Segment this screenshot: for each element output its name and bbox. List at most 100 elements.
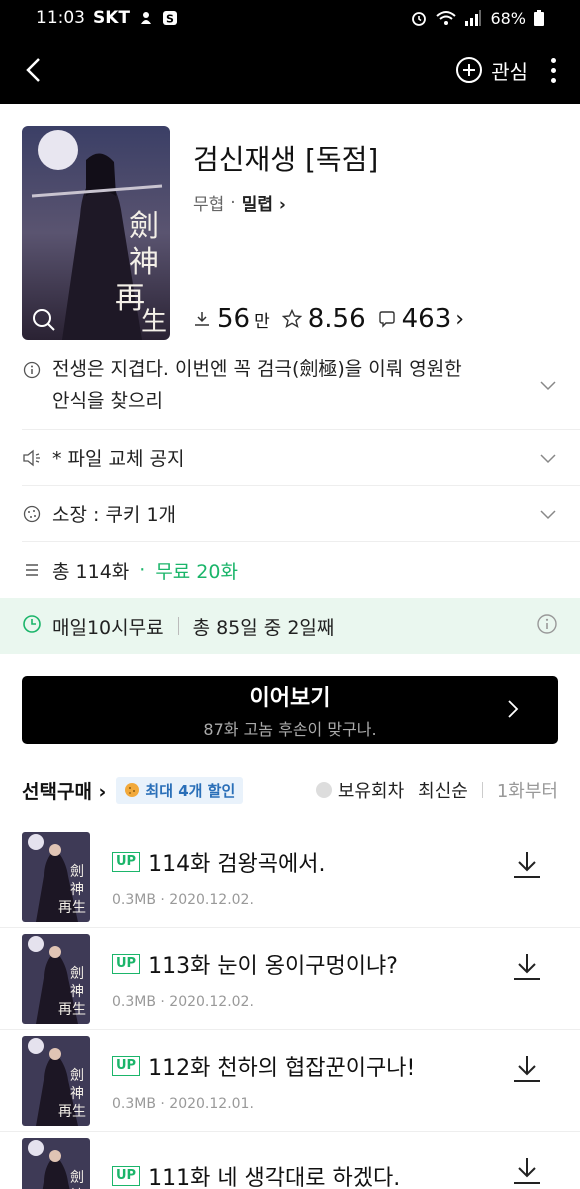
episode-row[interactable]: 劍神再生 UP 114화 검왕곡에서. 0.3MB · 2020.12.02. <box>0 826 580 928</box>
svg-text:S: S <box>166 13 174 26</box>
daily-free-label: 매일10시무료 <box>52 616 164 639</box>
svg-text:劍: 劍 <box>70 1067 84 1084</box>
download-count-icon <box>193 310 211 328</box>
app-bar: 관심 <box>0 36 580 104</box>
svg-text:劍: 劍 <box>70 863 84 880</box>
chevron-right-icon: › <box>98 780 107 803</box>
episode-thumbnail: 劍神再生 <box>22 1138 90 1189</box>
svg-text:生: 生 <box>141 307 167 337</box>
chevron-down-icon[interactable] <box>538 448 558 468</box>
up-badge: UP <box>112 851 141 872</box>
comments-chevron-icon[interactable]: › <box>455 307 464 332</box>
chevron-down-icon[interactable] <box>538 504 558 524</box>
cover-art-image: 劍 神 再 生 <box>22 126 170 340</box>
owned-episodes-toggle[interactable]: 보유회차 <box>315 777 404 803</box>
add-circle-icon <box>456 57 483 83</box>
episode-row[interactable]: 劍神再生 UP 113화 눈이 옹이구멍이냐? 0.3MB · 2020.12.… <box>0 928 580 1030</box>
svg-text:神: 神 <box>70 882 84 898</box>
book-author: 밀렵 <box>241 195 273 215</box>
divider <box>481 782 483 798</box>
radio-dot <box>315 782 332 798</box>
comment-icon <box>378 310 396 328</box>
synopsis-row[interactable]: 전생은 지겹다. 이번엔 꼭 검극(劍極)을 이뤄 영원한 안식을 찾으리 <box>22 340 580 430</box>
svg-text:神: 神 <box>70 1086 84 1102</box>
book-stats: 56 만 8.56 463 › <box>193 304 464 334</box>
owned-cookie-text: 소장 : 쿠키 1개 <box>52 504 177 526</box>
svg-text:劍: 劍 <box>70 1169 84 1186</box>
rating-value: 8.56 <box>307 304 366 334</box>
purchase-toolbar: 선택구매 › 최대 4개 할인 보유회차 최신순 1화부터 <box>0 774 580 806</box>
book-info: 劍 神 再 生 검신재생 [독점] 무협 · 밀렵 › 56 만 8.56 46… <box>0 104 580 340</box>
comment-count[interactable]: 463 <box>402 304 452 334</box>
status-carrier: SKT <box>93 8 131 28</box>
episode-thumbnail: 劍神再生 <box>22 831 90 922</box>
download-unit: 만 <box>254 311 270 332</box>
up-badge: UP <box>112 1055 141 1076</box>
discount-text: 최대 4개 할인 <box>145 781 236 800</box>
synopsis-line-2: 안식을 찾으리 <box>52 389 163 412</box>
cookie-icon <box>22 505 42 523</box>
up-badge: UP <box>112 1166 141 1186</box>
sort-latest-button[interactable]: 최신순 <box>418 777 468 803</box>
s-app-icon: S <box>162 10 178 26</box>
continue-subtitle: 87화 고놈 후손이 맞구나. <box>203 720 377 739</box>
more-options-button[interactable] <box>548 57 558 83</box>
synopsis-text: 전생은 지겹다. 이번엔 꼭 검극(劍極)을 이뤄 영원한 안식을 찾으리 <box>52 353 462 417</box>
discount-badge: 최대 4개 할인 <box>116 776 244 804</box>
divider <box>177 617 179 635</box>
daily-free-bar: 매일10시무료 총 85일 중 2일째 <box>0 598 580 654</box>
alarm-icon <box>410 9 428 27</box>
info-icon <box>22 361 42 379</box>
total-episodes: 총 114화 <box>52 560 130 583</box>
select-purchase-button[interactable]: 선택구매 › <box>22 777 106 804</box>
chevron-right-icon <box>506 698 520 724</box>
book-author-link[interactable]: 밀렵 › <box>242 190 286 215</box>
svg-text:再生: 再生 <box>58 900 86 916</box>
episode-meta: 0.3MB · 2020.12.02. <box>112 993 254 1010</box>
episode-thumbnail: 劍神再生 <box>22 1035 90 1126</box>
signal-icon <box>464 10 482 26</box>
battery-icon <box>534 10 544 26</box>
continue-reading-button[interactable]: 이어보기 87화 고놈 후손이 맞구나. <box>22 676 558 744</box>
info-icon[interactable] <box>536 613 558 639</box>
chevron-right-icon: › <box>278 195 286 215</box>
continue-label: 이어보기 <box>249 686 331 711</box>
chevron-down-icon[interactable] <box>538 375 558 395</box>
svg-text:神: 神 <box>70 984 84 1000</box>
book-cover[interactable]: 劍 神 再 生 <box>22 126 170 340</box>
top-bar: 11:03 SKT S 68% 관심 <box>0 0 580 104</box>
status-bar: 11:03 SKT S 68% <box>0 0 580 36</box>
episode-meta: 0.3MB · 2020.12.01. <box>112 1095 254 1112</box>
episode-thumbnail: 劍神再生 <box>22 933 90 1024</box>
star-icon <box>281 309 302 329</box>
download-icon[interactable] <box>510 848 544 882</box>
download-icon[interactable] <box>510 950 544 984</box>
total-episodes-row: 총 114화 · 무료 20화 <box>22 542 580 598</box>
owned-cookie-row[interactable]: 소장 : 쿠키 1개 <box>22 486 580 542</box>
favorite-button[interactable]: 관심 <box>455 56 528 85</box>
episode-title: 112화 천하의 협잡꾼이구나! <box>148 1055 416 1081</box>
meta-dot: · <box>230 192 236 213</box>
episode-row[interactable]: 劍神再生 UP 112화 천하의 협잡꾼이구나! 0.3MB · 2020.12… <box>0 1030 580 1132</box>
book-title: 검신재생 [독점] <box>193 143 379 176</box>
up-badge: UP <box>112 953 141 974</box>
episode-row[interactable]: 劍神再生 UP 111화 네 생각대로 하겠다. <box>0 1132 580 1189</box>
back-button[interactable] <box>22 53 56 87</box>
title-block: 검신재생 [독점] 무협 · 밀렵 › <box>193 138 378 215</box>
daily-free-progress: 총 85일 중 2일째 <box>192 616 335 639</box>
download-count: 56 <box>217 304 251 334</box>
list-icon <box>22 563 42 577</box>
free-episodes: 무료 20화 <box>155 560 238 583</box>
notice-row[interactable]: * 파일 교체 공지 <box>22 430 580 486</box>
sort-first-button[interactable]: 1화부터 <box>497 777 558 803</box>
select-purchase-label: 선택구매 <box>22 780 92 803</box>
synopsis-line-1: 전생은 지겹다. 이번엔 꼭 검극(劍極)을 이뤄 영원한 <box>52 357 462 380</box>
download-icon[interactable] <box>510 1154 544 1188</box>
status-time: 11:03 <box>36 8 85 28</box>
back-arrow-icon <box>26 58 40 82</box>
favorite-label: 관심 <box>491 59 528 84</box>
battery-percent: 68% <box>490 8 526 28</box>
svg-text:神: 神 <box>129 245 159 280</box>
download-icon[interactable] <box>510 1052 544 1086</box>
book-meta: 무협 · 밀렵 › <box>193 190 378 216</box>
